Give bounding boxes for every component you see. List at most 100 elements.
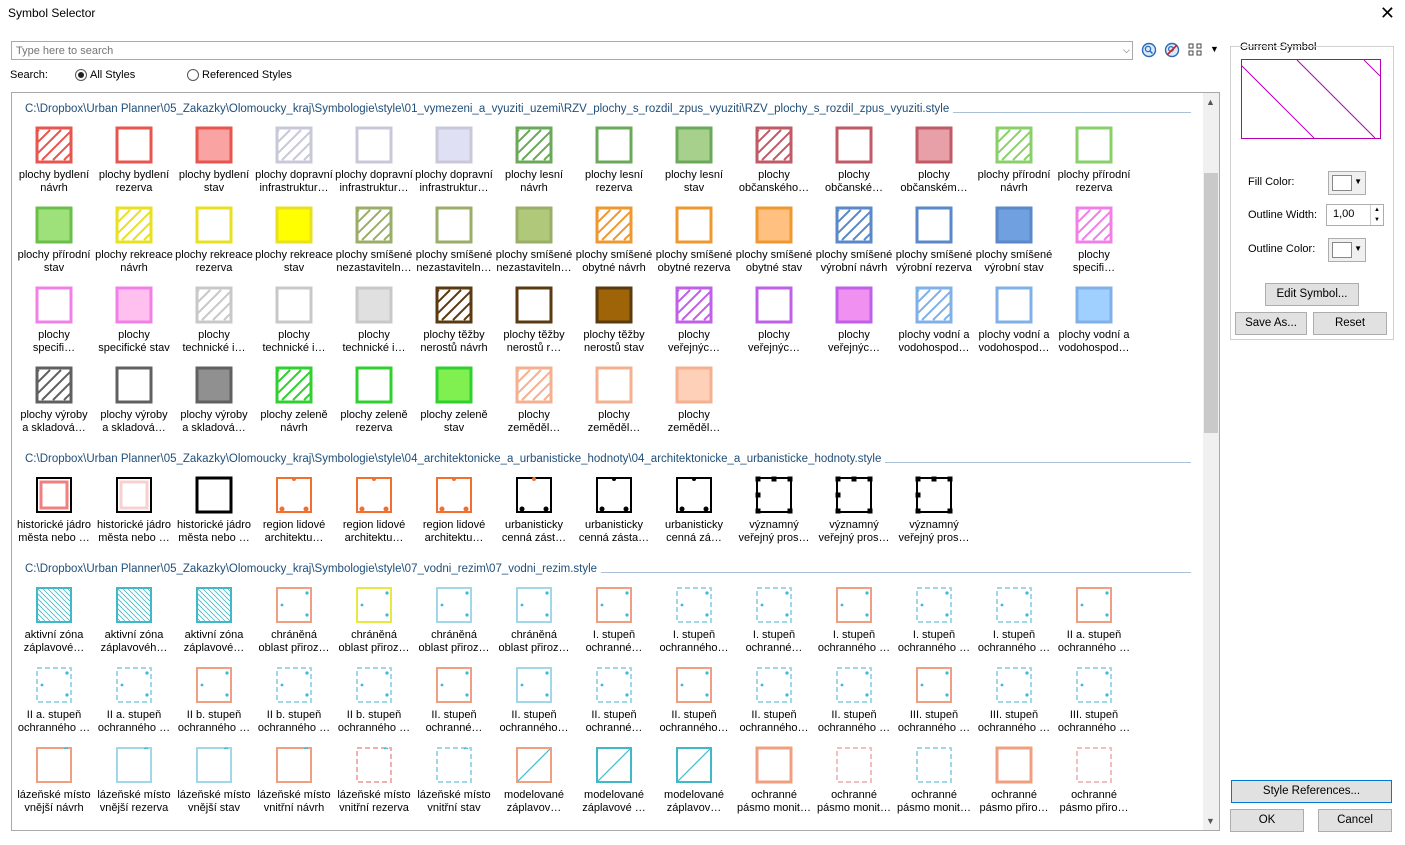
- radio-dot[interactable]: [75, 69, 87, 81]
- outline-color-button[interactable]: ▼: [1328, 238, 1366, 262]
- symbol-item[interactable]: plochy smíšené obytné rezerva: [654, 205, 734, 275]
- symbol-item[interactable]: lázeňské místo vnitřní stav: [414, 745, 494, 815]
- symbol-item[interactable]: chráněná oblast přiroz…: [334, 585, 414, 655]
- symbol-item[interactable]: historické jádro města nebo …: [14, 475, 94, 545]
- symbol-item[interactable]: II a. stupeň ochranného …: [94, 665, 174, 735]
- symbol-item[interactable]: II. stupeň ochranného…: [734, 665, 814, 735]
- symbol-item[interactable]: region lidové architektu…: [414, 475, 494, 545]
- outline-width-value[interactable]: 1,00: [1333, 208, 1354, 220]
- symbol-gallery[interactable]: ▲ ▼ C:\Dropbox\Urban Planner\05_Zakazky\…: [11, 92, 1220, 831]
- radio-referenced-styles[interactable]: Referenced Styles: [187, 69, 292, 81]
- chevron-down-icon[interactable]: ⌵: [1123, 45, 1130, 56]
- symbol-item[interactable]: urbanisticky cenná zásta…: [574, 475, 654, 545]
- symbol-item[interactable]: plochy specifi…: [1054, 205, 1134, 275]
- symbol-item[interactable]: II a. stupeň ochranného …: [14, 665, 94, 735]
- symbol-item[interactable]: plochy dopravní infrastruktur…: [334, 125, 414, 195]
- close-icon[interactable]: ✕: [1380, 3, 1395, 23]
- scroll-down-icon[interactable]: ▼: [1206, 816, 1215, 826]
- outline-width-stepper[interactable]: 1,00 ▲ ▼: [1326, 204, 1384, 226]
- symbol-item[interactable]: ochranné pásmo monit…: [814, 745, 894, 815]
- symbol-item[interactable]: plochy zeměděl…: [494, 365, 574, 435]
- ok-button[interactable]: OK: [1230, 809, 1304, 832]
- symbol-item[interactable]: plochy bydlení rezerva: [94, 125, 174, 195]
- symbol-item[interactable]: plochy lesní rezerva: [574, 125, 654, 195]
- symbol-item[interactable]: II. stupeň ochranné…: [574, 665, 654, 735]
- radio-all-styles[interactable]: All Styles: [75, 69, 135, 81]
- radio-dot[interactable]: [187, 69, 199, 81]
- symbol-item[interactable]: chráněná oblast přiroz…: [414, 585, 494, 655]
- symbol-item[interactable]: lázeňské místo vnitřní rezerva: [334, 745, 414, 815]
- symbol-item[interactable]: plochy technické i…: [254, 285, 334, 355]
- symbol-item[interactable]: plochy přírodní stav: [14, 205, 94, 275]
- symbol-item[interactable]: plochy těžby nerostů stav: [574, 285, 654, 355]
- style-references-button[interactable]: Style References...: [1231, 780, 1392, 803]
- scroll-thumb[interactable]: [1204, 173, 1218, 433]
- symbol-item[interactable]: I. stupeň ochranného …: [894, 585, 974, 655]
- symbol-item[interactable]: plochy technické i…: [334, 285, 414, 355]
- symbol-item[interactable]: I. stupeň ochranného …: [814, 585, 894, 655]
- symbol-item[interactable]: plochy smíšené nezastaviteln…: [334, 205, 414, 275]
- reset-button[interactable]: Reset: [1313, 312, 1387, 335]
- symbol-item[interactable]: historické jádro města nebo …: [174, 475, 254, 545]
- symbol-item[interactable]: plochy lesní stav: [654, 125, 734, 195]
- symbol-item[interactable]: plochy specifi…: [14, 285, 94, 355]
- symbol-item[interactable]: plochy zeměděl…: [654, 365, 734, 435]
- symbol-item[interactable]: významný veřejný pros…: [734, 475, 814, 545]
- symbol-item[interactable]: II. stupeň ochranného…: [494, 665, 574, 735]
- symbol-item[interactable]: plochy občanského…: [734, 125, 814, 195]
- symbol-item[interactable]: chráněná oblast přiroz…: [494, 585, 574, 655]
- symbol-item[interactable]: plochy občanské…: [814, 125, 894, 195]
- symbol-item[interactable]: lázeňské místo vnitřní návrh: [254, 745, 334, 815]
- symbol-item[interactable]: plochy smíšené výrobní návrh: [814, 205, 894, 275]
- symbol-item[interactable]: I. stupeň ochranného …: [974, 585, 1054, 655]
- symbol-item[interactable]: III. stupeň ochranného …: [1054, 665, 1134, 735]
- symbol-item[interactable]: plochy smíšené výrobní rezerva: [894, 205, 974, 275]
- symbol-item[interactable]: plochy specifické stav: [94, 285, 174, 355]
- symbol-item[interactable]: významný veřejný pros…: [894, 475, 974, 545]
- vertical-scrollbar[interactable]: ▲ ▼: [1203, 93, 1219, 830]
- search-input[interactable]: [12, 42, 1115, 59]
- search-icon[interactable]: [1141, 42, 1157, 58]
- symbol-item[interactable]: plochy přírodní návrh: [974, 125, 1054, 195]
- symbol-item[interactable]: aktivní zóna záplavové…: [14, 585, 94, 655]
- symbol-item[interactable]: plochy dopravní infrastruktur…: [254, 125, 334, 195]
- symbol-item[interactable]: lázeňské místo vnější stav: [174, 745, 254, 815]
- symbol-item[interactable]: historické jádro města nebo …: [94, 475, 174, 545]
- symbol-item[interactable]: II b. stupeň ochranného …: [254, 665, 334, 735]
- symbol-item[interactable]: plochy veřejnýc…: [654, 285, 734, 355]
- save-as-button[interactable]: Save As...: [1235, 312, 1307, 335]
- symbol-item[interactable]: I. stupeň ochranného…: [654, 585, 734, 655]
- symbol-item[interactable]: ochranné pásmo přiro…: [974, 745, 1054, 815]
- symbol-item[interactable]: modelované záplavov…: [654, 745, 734, 815]
- symbol-item[interactable]: plochy smíšené nezastaviteln…: [414, 205, 494, 275]
- symbol-item[interactable]: III. stupeň ochranného …: [894, 665, 974, 735]
- symbol-item[interactable]: plochy rekreace stav: [254, 205, 334, 275]
- symbol-item[interactable]: plochy bydlení návrh: [14, 125, 94, 195]
- symbol-item[interactable]: plochy vodní a vodohospod…: [894, 285, 974, 355]
- symbol-item[interactable]: plochy veřejnýc…: [814, 285, 894, 355]
- spin-arrows-icon[interactable]: ▲ ▼: [1370, 205, 1383, 225]
- symbol-item[interactable]: region lidové architektu…: [334, 475, 414, 545]
- symbol-item[interactable]: plochy smíšené obytné stav: [734, 205, 814, 275]
- symbol-item[interactable]: II b. stupeň ochranného …: [174, 665, 254, 735]
- scroll-up-icon[interactable]: ▲: [1206, 97, 1215, 107]
- symbol-item[interactable]: II b. stupeň ochranného …: [334, 665, 414, 735]
- symbol-item[interactable]: plochy výroby a skladová…: [94, 365, 174, 435]
- symbol-item[interactable]: plochy veřejnýc…: [734, 285, 814, 355]
- symbol-item[interactable]: plochy rekreace návrh: [94, 205, 174, 275]
- symbol-item[interactable]: plochy smíšené obytné návrh: [574, 205, 654, 275]
- symbol-item[interactable]: plochy výroby a skladová…: [14, 365, 94, 435]
- symbol-item[interactable]: II. stupeň ochranné…: [414, 665, 494, 735]
- symbol-item[interactable]: plochy zeleně návrh: [254, 365, 334, 435]
- symbol-item[interactable]: plochy výroby a skladová…: [174, 365, 254, 435]
- symbol-item[interactable]: plochy občanském…: [894, 125, 974, 195]
- cancel-button[interactable]: Cancel: [1318, 809, 1392, 832]
- symbol-item[interactable]: plochy lesní návrh: [494, 125, 574, 195]
- view-dropdown-icon[interactable]: ▼: [1210, 44, 1219, 54]
- symbol-item[interactable]: chráněná oblast přiroz…: [254, 585, 334, 655]
- symbol-item[interactable]: plochy dopravní infrastruktur…: [414, 125, 494, 195]
- symbol-item[interactable]: plochy zeleně stav: [414, 365, 494, 435]
- symbol-item[interactable]: ochranné pásmo monit…: [894, 745, 974, 815]
- symbol-item[interactable]: III. stupeň ochranného …: [974, 665, 1054, 735]
- symbol-item[interactable]: lázeňské místo vnější návrh: [14, 745, 94, 815]
